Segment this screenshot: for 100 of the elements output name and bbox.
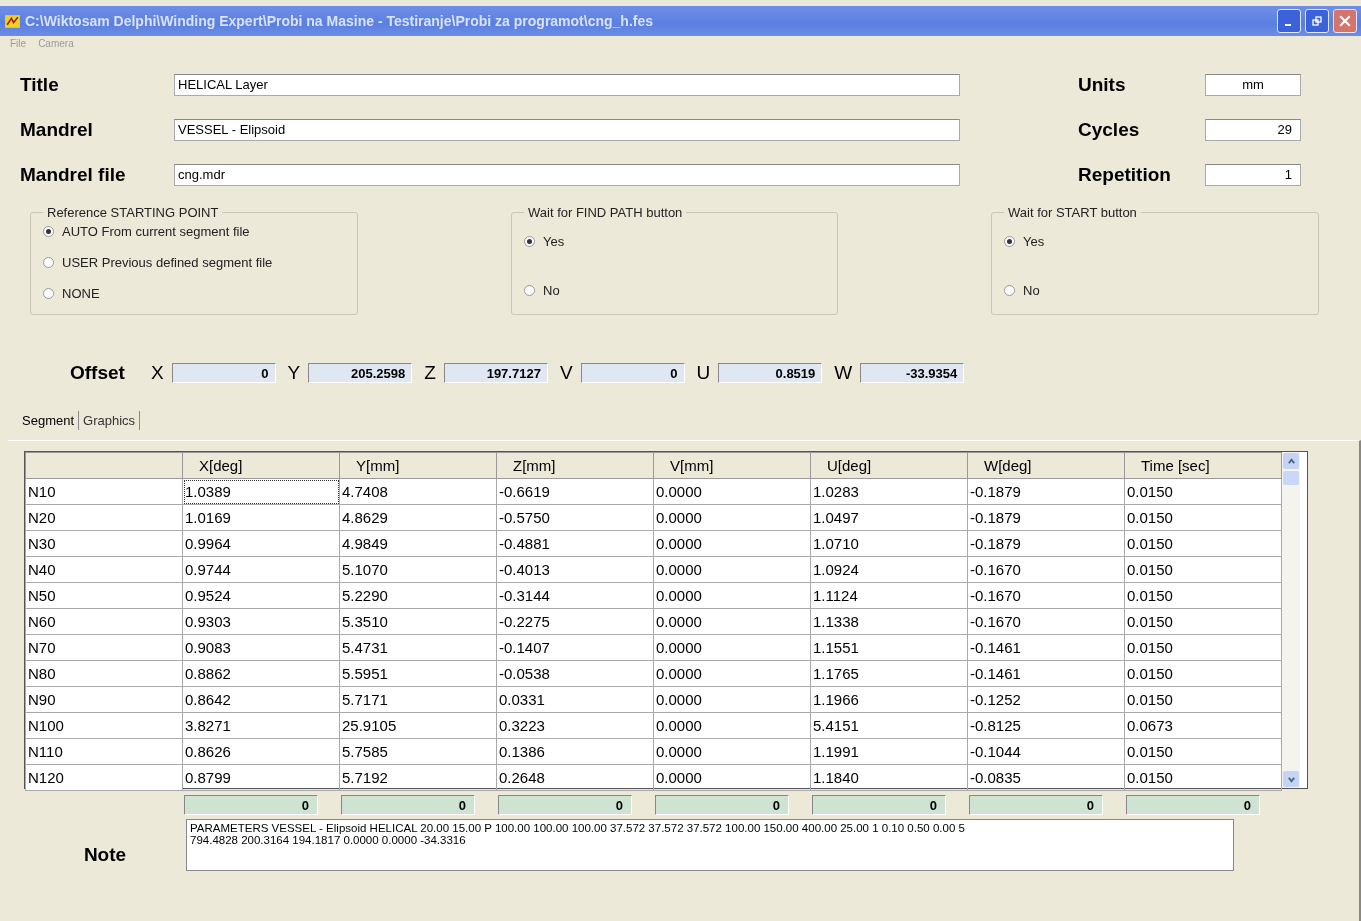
total-field: 0: [969, 795, 1103, 815]
table-cell: 0.0000: [653, 504, 811, 531]
table-cell: 1.1840: [810, 764, 968, 791]
axis-label: X: [150, 362, 164, 384]
total-field: 0: [341, 795, 475, 815]
column-header[interactable]: V[mm]: [653, 452, 811, 479]
table-cell: 0.8642: [182, 686, 340, 713]
table-cell: 0.0000: [653, 478, 811, 505]
table-cell: 0.8862: [182, 660, 340, 687]
table-cell: 1.1338: [810, 608, 968, 635]
minimize-icon: [1284, 24, 1291, 26]
table-cell: 5.4731: [339, 634, 497, 661]
table-cell: 1.1966: [810, 686, 968, 713]
table-cell: 0.0673: [1124, 712, 1282, 739]
table-cell: -0.1879: [967, 504, 1125, 531]
restore-button[interactable]: [1305, 9, 1329, 33]
table-cell: 1.1551: [810, 634, 968, 661]
row-header: N70: [25, 634, 183, 661]
table-cell: 0.9964: [182, 530, 340, 557]
table-cell: 0.0000: [653, 738, 811, 765]
table-cell: 1.1991: [810, 738, 968, 765]
column-header[interactable]: W[deg]: [967, 452, 1125, 479]
offset-field[interactable]: 205.2598: [308, 363, 413, 383]
table-cell: 5.7192: [339, 764, 497, 791]
column-header[interactable]: Z[mm]: [496, 452, 654, 479]
column-header[interactable]: Time [sec]: [1124, 452, 1282, 479]
table-cell: 1.1765: [810, 660, 968, 687]
table-cell: 0.0150: [1124, 634, 1282, 661]
radio-option[interactable]: NONE: [43, 286, 345, 301]
axis-label: W: [834, 362, 853, 384]
text-field[interactable]: mm: [1205, 73, 1301, 96]
offset-field[interactable]: 0.8519: [718, 363, 823, 383]
table-cell: 4.7408: [339, 478, 497, 505]
row-header: N110: [25, 738, 183, 765]
table-cell: -0.3144: [496, 582, 654, 609]
scroll-down-icon[interactable]: [1283, 771, 1299, 787]
total-field: 0: [1126, 795, 1260, 815]
offset-field[interactable]: -33.9354: [860, 363, 965, 383]
table-cell: 0.9303: [182, 608, 340, 635]
table-cell: 0.0000: [653, 634, 811, 661]
axis-label: Z: [424, 362, 436, 384]
text-field[interactable]: VESSEL - Elipsoid: [174, 118, 960, 141]
row-header: N90: [25, 686, 183, 713]
table-cell: 0.0150: [1124, 530, 1282, 557]
group-title: Reference STARTING POINT: [46, 205, 220, 220]
window-title: C:\Wiktosam Delphi\Winding Expert\Probi na Masine - Testiranje\Probi za programot\cng_h.fes: [25, 13, 654, 29]
row-header: N10: [25, 478, 183, 505]
table-cell: 0.0000: [653, 556, 811, 583]
table-cell: 0.0150: [1124, 686, 1282, 713]
column-header[interactable]: X[deg]: [182, 452, 340, 479]
text-field[interactable]: 1: [1205, 163, 1301, 186]
table-cell: 4.9849: [339, 530, 497, 557]
scroll-up-icon[interactable]: [1283, 453, 1299, 469]
table-cell: -0.4881: [496, 530, 654, 557]
row-header: N40: [25, 556, 183, 583]
axis-label: U: [696, 362, 711, 384]
table-cell: -0.1461: [967, 634, 1125, 661]
table-cell: 1.1124: [810, 582, 968, 609]
offset-field[interactable]: 0: [580, 363, 685, 383]
note-field[interactable]: PARAMETERS VESSEL - Elipsoid HELICAL 20.00 15.00 P 100.00 100.00 100.00 37.572 37.572 37.572 100.00 150.00 400.00 25.00 1 0.10 0.50 0.00 5 794.4828 200.3164 194.1817 0.0000 0.0000 -34.3316: [186, 819, 1234, 871]
group-title: Wait for FIND PATH button: [527, 205, 684, 220]
table-cell: 0.0150: [1124, 764, 1282, 791]
minimize-button[interactable]: [1277, 9, 1301, 33]
text-field[interactable]: 29: [1205, 118, 1301, 141]
table-cell: 5.3510: [339, 608, 497, 635]
table-cell: 1.0283: [810, 478, 968, 505]
scroll-thumb[interactable]: [1283, 471, 1299, 485]
table-cell: 0.0000: [653, 660, 811, 687]
total-field: 0: [812, 795, 946, 815]
row-header: N120: [25, 764, 183, 791]
column-header[interactable]: Y[mm]: [339, 452, 497, 479]
text-field[interactable]: cng.mdr: [174, 163, 960, 186]
table-cell: -0.0835: [967, 764, 1125, 791]
row-header: N60: [25, 608, 183, 635]
radio-option[interactable]: No: [1004, 283, 1306, 298]
radio-option[interactable]: Yes: [1004, 234, 1306, 249]
tab[interactable]: Segment: [18, 411, 80, 430]
radio-option[interactable]: USER Previous defined segment file: [43, 255, 345, 270]
table-cell: 0.3223: [496, 712, 654, 739]
radio-option[interactable]: Yes: [524, 234, 825, 249]
field-label: Mandrel: [20, 118, 94, 141]
table-cell: 5.2290: [339, 582, 497, 609]
column-header[interactable]: U[deg]: [810, 452, 968, 479]
close-button[interactable]: [1333, 9, 1357, 33]
text-field[interactable]: HELICAL Layer: [174, 73, 960, 96]
table-cell: 0.9744: [182, 556, 340, 583]
table-cell: -0.1670: [967, 556, 1125, 583]
scrollbar[interactable]: [1282, 452, 1300, 788]
radio-option[interactable]: No: [524, 283, 825, 298]
table-cell: -0.2275: [496, 608, 654, 635]
radio-option[interactable]: AUTO From current segment file: [43, 224, 345, 239]
table-cell: 0.0150: [1124, 504, 1282, 531]
tab[interactable]: Graphics: [79, 411, 141, 430]
field-label: Cycles: [1078, 118, 1141, 141]
table-cell: 1.0497: [810, 504, 968, 531]
table-cell: 0.2648: [496, 764, 654, 791]
app-icon: [4, 12, 21, 30]
offset-field[interactable]: 197.7127: [443, 363, 548, 383]
table-cell: 5.1070: [339, 556, 497, 583]
offset-field[interactable]: 0: [171, 363, 276, 383]
